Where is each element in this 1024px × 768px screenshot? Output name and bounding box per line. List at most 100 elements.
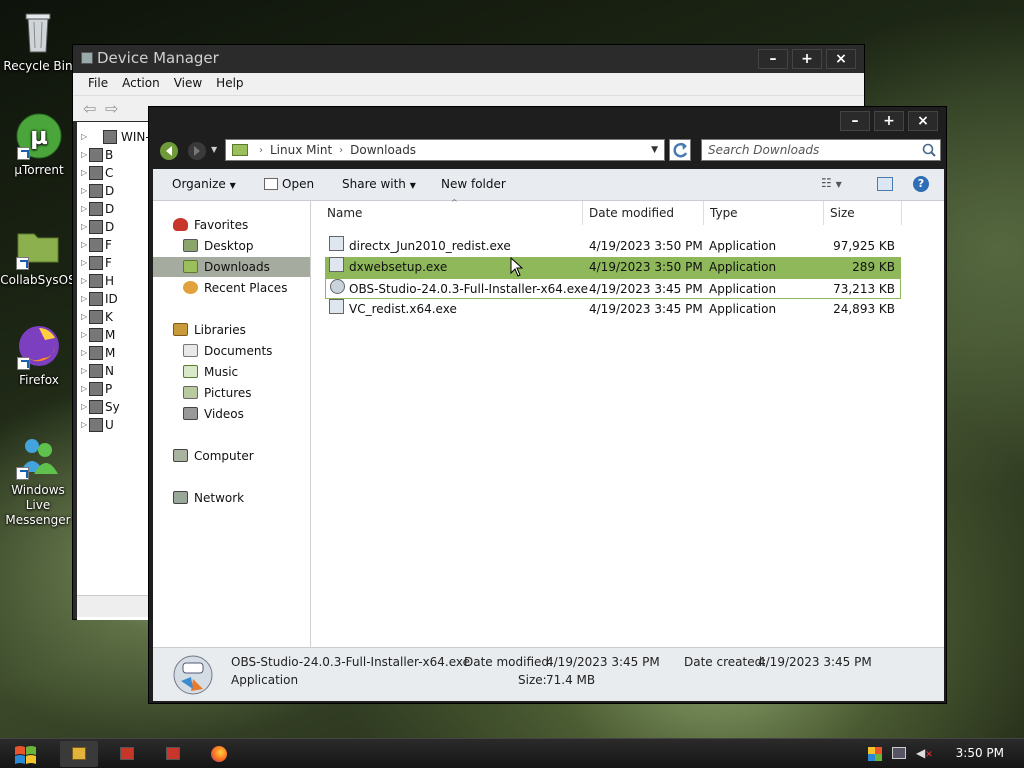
breadcrumb-linux-mint[interactable]: Linux Mint (270, 143, 332, 157)
menu-action[interactable]: Action (115, 73, 167, 95)
obs-large-icon (173, 655, 213, 695)
breadcrumb-downloads[interactable]: Downloads (350, 143, 416, 157)
table-row[interactable]: dxwebsetup.exe 4/19/2023 3:50 PM Applica… (325, 257, 901, 278)
close-button[interactable]: × (826, 49, 856, 69)
desktop-icon-firefox[interactable]: Firefox (1, 322, 77, 388)
tree-item[interactable]: ID (77, 290, 152, 308)
nav-music[interactable]: Music (183, 362, 238, 382)
column-header-date[interactable]: Date modified (583, 201, 704, 225)
taskbar-app-button[interactable] (154, 741, 192, 767)
tree-root[interactable]: WIN- (77, 128, 152, 146)
back-button[interactable] (159, 141, 179, 161)
nav-favorites[interactable]: Favorites (173, 215, 248, 235)
details-size: 71.4 MB (546, 673, 596, 687)
maximize-button[interactable]: + (874, 111, 904, 131)
tree-item[interactable]: C (77, 164, 152, 182)
table-row[interactable]: VC_redist.x64.exe 4/19/2023 3:45 PM Appl… (325, 299, 901, 320)
tree-item[interactable]: F (77, 254, 152, 272)
file-size: 24,893 KB (833, 302, 895, 316)
menu-help[interactable]: Help (209, 73, 250, 95)
recent-places-icon (183, 281, 198, 294)
menu-file[interactable]: File (81, 73, 115, 95)
preview-pane-icon[interactable] (877, 177, 893, 191)
organize-button[interactable]: Organize ▼ (172, 177, 236, 191)
start-button[interactable] (12, 742, 38, 766)
breadcrumb-separator: › (259, 144, 263, 156)
documents-icon (183, 344, 198, 357)
nav-videos[interactable]: Videos (183, 404, 244, 424)
taskbar-clock[interactable]: 3:50 PM (956, 746, 1004, 760)
tree-item-label: H (105, 274, 115, 288)
search-input[interactable]: Search Downloads (701, 139, 941, 161)
tree-item[interactable]: Sy (77, 398, 152, 416)
device-manager-icon (120, 747, 134, 760)
nav-recent-places[interactable]: Recent Places (183, 278, 287, 298)
nav-favorites-label: Favorites (194, 218, 249, 232)
taskbar-device-manager-button[interactable] (108, 741, 146, 767)
tray-security-icon[interactable] (868, 747, 882, 761)
minimize-button[interactable]: – (758, 49, 788, 69)
table-row[interactable]: OBS-Studio-24.0.3-Full-Installer-x64.exe… (325, 278, 901, 299)
tray-volume-icon[interactable]: ◀✕ (916, 746, 933, 760)
table-row[interactable]: directx_Jun2010_redist.exe 4/19/2023 3:5… (325, 236, 901, 257)
taskbar-explorer-button[interactable] (60, 741, 98, 767)
view-options-icon[interactable]: ☷ ▼ (821, 176, 842, 190)
folder-icon (14, 222, 62, 270)
taskbar-firefox-button[interactable] (200, 741, 238, 767)
open-label: Open (282, 177, 315, 191)
menu-view[interactable]: View (167, 73, 209, 95)
column-header-name[interactable]: Name (321, 201, 583, 225)
address-dropdown-icon[interactable]: ▼ (651, 145, 658, 155)
tree-item[interactable]: F (77, 236, 152, 254)
tree-item[interactable]: P (77, 380, 152, 398)
tree-item[interactable]: U (77, 416, 152, 434)
help-icon[interactable]: ? (913, 176, 929, 192)
tree-item-label: Sy (105, 400, 120, 414)
tree-item[interactable]: D (77, 200, 152, 218)
nav-libraries-label: Libraries (194, 323, 246, 337)
recent-pages-dropdown[interactable]: ▼ (211, 145, 217, 154)
tree-item[interactable]: B (77, 146, 152, 164)
nav-pictures[interactable]: Pictures (183, 383, 252, 403)
nav-libraries[interactable]: Libraries (173, 320, 246, 340)
explorer-titlebar[interactable]: – + × (149, 107, 946, 135)
column-header-type[interactable]: Type (704, 201, 824, 225)
minimize-button[interactable]: – (840, 111, 870, 131)
tree-item-label: K (105, 310, 113, 324)
refresh-button[interactable] (669, 139, 691, 161)
tray-network-icon[interactable] (892, 747, 906, 759)
explorer-window[interactable]: – + × ▼ › Linux Mint › Downloads ▼ Searc… (148, 106, 947, 704)
recycle-bin-icon (14, 8, 62, 56)
back-arrow-icon[interactable]: ⇦ (83, 99, 96, 118)
maximize-button[interactable]: + (792, 49, 822, 69)
device-manager-titlebar[interactable]: Device Manager – + × (73, 45, 864, 73)
nav-downloads[interactable]: Downloads (153, 257, 310, 277)
close-button[interactable]: × (908, 111, 938, 131)
desktop-icon-collabsysos[interactable]: CollabSysOS (0, 222, 76, 288)
tree-item[interactable]: N (77, 362, 152, 380)
forward-arrow-icon[interactable]: ⇨ (105, 99, 118, 118)
details-date-created: 4/19/2023 3:45 PM (758, 655, 872, 669)
desktop-icon-recycle-bin[interactable]: Recycle Bin (0, 8, 76, 74)
search-icon[interactable] (922, 143, 936, 157)
desktop-icon-messenger[interactable]: Windows Live Messenger (0, 432, 76, 528)
column-header-size[interactable]: Size (824, 201, 902, 225)
nav-computer[interactable]: Computer (173, 446, 254, 466)
nav-network[interactable]: Network (173, 488, 244, 508)
tree-item[interactable]: K (77, 308, 152, 326)
tree-item[interactable]: M (77, 326, 152, 344)
tree-item[interactable]: D (77, 182, 152, 200)
desktop-icon-utorrent[interactable]: µ µTorrent (1, 112, 77, 178)
forward-button[interactable] (187, 141, 207, 161)
nav-desktop[interactable]: Desktop (183, 236, 254, 256)
tree-root-label: WIN- (121, 130, 150, 144)
mouse-cursor-icon (510, 257, 524, 277)
tree-item[interactable]: M (77, 344, 152, 362)
new-folder-button[interactable]: New folder (441, 177, 506, 191)
address-bar[interactable]: › Linux Mint › Downloads ▼ (225, 139, 665, 161)
tree-item[interactable]: H (77, 272, 152, 290)
nav-documents[interactable]: Documents (183, 341, 272, 361)
share-with-button[interactable]: Share with ▼ (342, 177, 416, 191)
open-button[interactable]: Open (264, 177, 314, 191)
tree-item[interactable]: D (77, 218, 152, 236)
